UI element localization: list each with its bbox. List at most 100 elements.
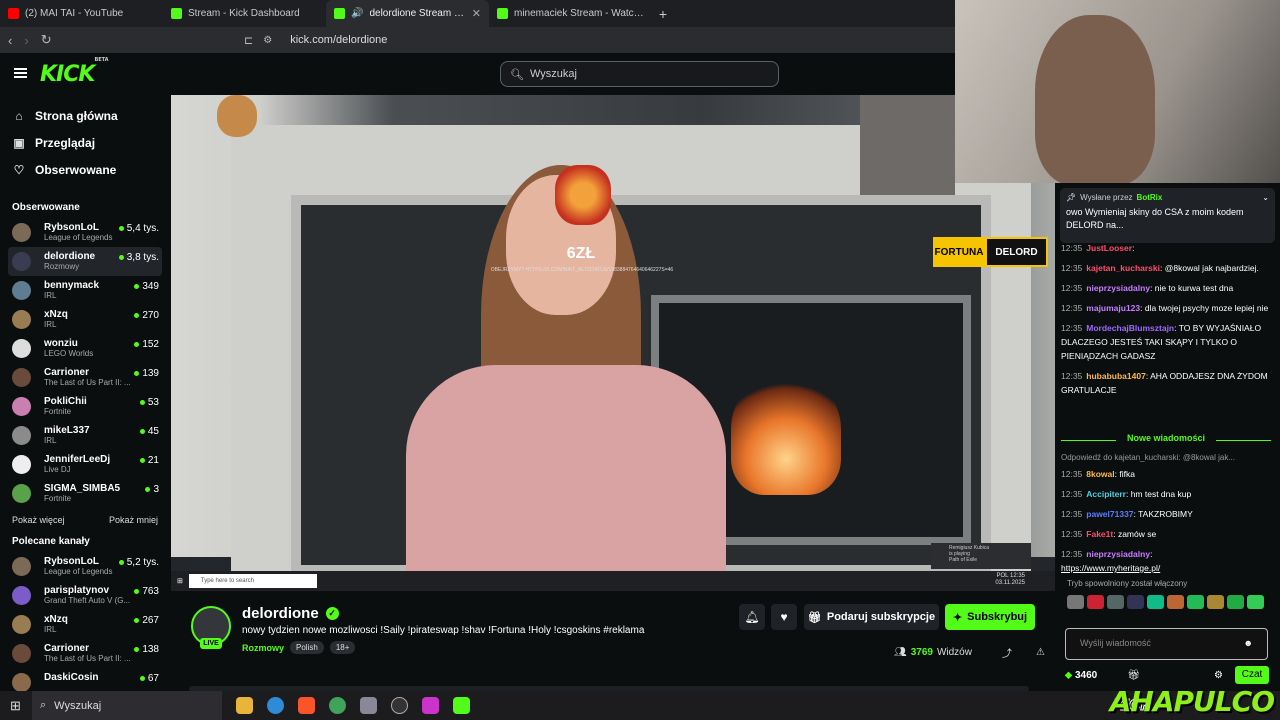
browser-tab[interactable]: (2) MAI TAI - YouTube [0,0,163,27]
settings-icon[interactable]: ⚙ [1214,670,1223,681]
chat-message: 12:35 nieprzysiadalny: nie to kurwa test … [1061,283,1234,293]
sidebar-channel[interactable]: mikeL337 IRL 45 [8,421,162,450]
message-user[interactable]: kajetan_kucharski [1086,263,1160,273]
report-icon[interactable]: ⚠ [1036,647,1045,658]
kick-logo[interactable]: KICKBETA [40,57,109,87]
chrome-icon[interactable] [329,697,346,714]
share-icon[interactable]: ⤴ [1002,645,1012,660]
message-user[interactable]: MordechajBlumsztajn [1086,323,1174,333]
new-tab-button[interactable]: + [652,6,674,22]
obs-icon[interactable] [391,697,408,714]
browser-tab[interactable]: Stream - Kick Dashboard [163,0,326,27]
sidebar-channel[interactable]: Carrioner The Last of Us Part II: ... 139 [8,363,162,392]
sidebar-channel[interactable]: wonziu LEGO Worlds 152 [8,334,162,363]
message-user[interactable]: Accipiterr [1086,489,1126,499]
sidebar-channel[interactable]: RybsonLoL League of Legends 5,4 tys. [8,218,162,247]
emote[interactable] [1087,595,1104,609]
avatar [12,223,31,242]
sidebar-channel[interactable]: parisplatynov Grand Theft Auto V (G... 763 [8,581,162,610]
emote[interactable] [1247,595,1264,609]
brave-icon[interactable] [298,697,315,714]
app-icon[interactable] [422,697,439,714]
viewer-count: 53 [140,397,159,408]
message-user[interactable]: 8kowal [1086,469,1114,479]
edge-icon[interactable] [267,697,284,714]
gift-icon[interactable]: 🎁︎ [1127,670,1140,681]
sidebar-channel[interactable]: xNzq IRL 267 [8,610,162,639]
browser-tab[interactable]: minemaciek Stream - Watch Live on [489,0,652,27]
message-user[interactable]: Fake1t [1086,529,1113,539]
tag-language[interactable]: Polish [290,641,324,654]
reload-icon[interactable]: ↻ [41,32,52,48]
browser-tab-active[interactable]: 🔊delordione Stream - Watch Li✕ [326,0,489,27]
channel-points[interactable]: ⬥ 3460 [1065,670,1097,681]
emote[interactable] [1107,595,1124,609]
emote[interactable] [1187,595,1204,609]
sidebar-channel[interactable]: delordione Rozmowy 3,8 tys. [8,247,162,276]
chat-link[interactable]: https://www.myheritage.pl/ [1061,563,1160,573]
back-icon[interactable]: ‹ [8,33,12,48]
message-user[interactable]: nieprzysiadalny [1086,283,1150,293]
sidebar-channel[interactable]: JenniferLeeDj Live DJ 21 [8,450,162,479]
chat-message: 12:35 kajetan_kucharski: @8kowal jak najb… [1061,263,1259,273]
avatar [12,339,31,358]
message-text: TAKZROBIMY [1138,509,1193,519]
emote[interactable] [1067,595,1084,609]
collapse-icon[interactable]: ⌄ [1262,193,1269,202]
send-chat-button[interactable]: Czat [1235,666,1269,684]
sidebar-channel[interactable]: bennymack IRL 349 [8,276,162,305]
message-user[interactable]: pawel71337 [1086,509,1133,519]
notifications-button[interactable]: 🔔︎ [739,604,765,630]
emote[interactable] [1207,595,1224,609]
channel-category: IRL [44,625,57,634]
channel-category: Live DJ [44,465,71,474]
menu-icon[interactable] [14,68,27,78]
viewer-count: 3,8 tys. [119,252,159,263]
emote[interactable] [1167,595,1184,609]
bookmark-icon[interactable]: ⊏ [244,34,253,47]
second-webcam [860,95,955,195]
stream-category[interactable]: Rozmowy [242,643,284,653]
message-user[interactable]: hubabuba1407 [1086,371,1146,381]
sidebar-channel[interactable]: xNzq IRL 270 [8,305,162,334]
close-tab-icon[interactable]: ✕ [472,7,481,20]
chat-input[interactable]: Wyślij wiadomość ☻ [1065,628,1268,660]
message-text: nie to kurwa test dna [1154,283,1234,293]
emote[interactable] [1127,595,1144,609]
gift-subs-button[interactable]: 🎁︎ Podaruj subskrypcje [804,604,939,630]
show-less-button[interactable]: Pokaż mniej [109,515,158,525]
emoji-icon[interactable]: ☻ [1244,638,1253,648]
nav-following[interactable]: ♡ Obserwowane [0,156,170,183]
sidebar-channel[interactable]: Carrioner The Last of Us Part II: ... 138 [8,639,162,668]
sidebar-channel[interactable]: SIGMA_SIMBA5 Fortnite 3 [8,479,162,508]
file-explorer-icon[interactable] [236,697,253,714]
windows-search[interactable]: ⌕ Wyszukaj [32,691,222,720]
site-info-icon[interactable]: ⚙ [263,35,272,46]
sidebar-channel[interactable]: PokliChii Fortnite 53 [8,392,162,421]
emote[interactable] [1147,595,1164,609]
message-user[interactable]: nieprzysiadalny [1086,549,1150,559]
app-icon[interactable] [360,697,377,714]
message-user[interactable]: JustLooser [1086,243,1132,253]
nav-browse[interactable]: ▣ Przeglądaj [0,129,170,156]
sidebar-channel[interactable]: RybsonLoL League of Legends 5,2 tys. [8,552,162,581]
message-time: 12:35 [1061,243,1083,253]
message-time: 12:35 [1061,303,1083,313]
kick-app-icon[interactable] [453,697,470,714]
message-user[interactable]: majumaju123 [1086,303,1140,313]
show-more-button[interactable]: Pokaż więcej [12,515,65,525]
emote[interactable] [1227,595,1244,609]
windows-start-icon[interactable]: ⊞ [10,698,21,714]
viewer-count: 45 [140,426,159,437]
verified-icon: ✓ [325,607,339,620]
channel-name[interactable]: delordione [242,605,319,622]
search-input[interactable]: 🔍︎ Wyszukaj [500,61,779,87]
subscribe-button[interactable]: ✦ Subskrybuj [945,604,1035,630]
follow-button[interactable]: ♥ [771,604,797,630]
url-field[interactable]: kick.com/delordione [290,34,387,46]
nav-home[interactable]: ⌂ Strona główna [0,102,170,129]
tag-age[interactable]: 18+ [329,641,356,654]
kick-icon [334,8,345,19]
forward-icon[interactable]: › [24,33,28,48]
streamer-webcam [955,0,1280,185]
